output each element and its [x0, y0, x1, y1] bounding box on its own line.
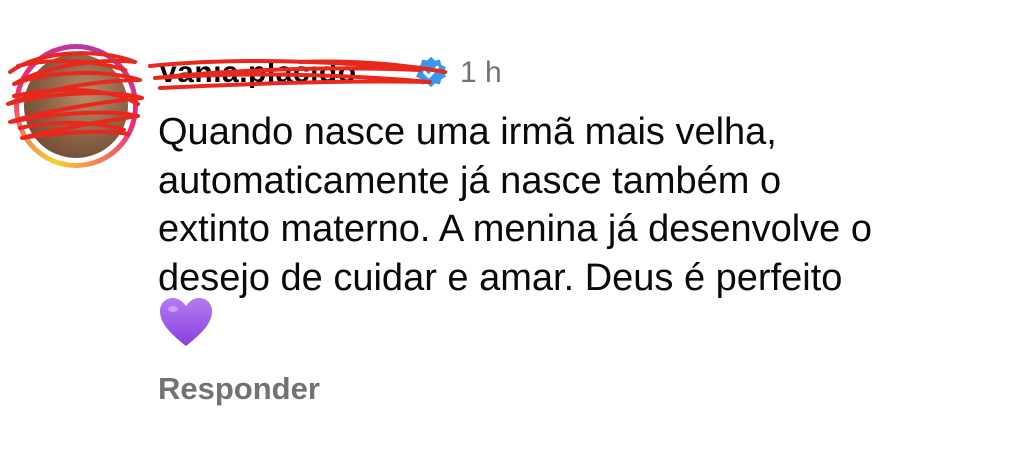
- comment-timestamp: 1 h: [460, 56, 502, 89]
- purple-heart-icon: [160, 298, 212, 346]
- comment-text: Quando nasce uma irmã mais velha, automa…: [158, 108, 1008, 302]
- comment-text-line: desejo de cuidar e amar. Deus é perfeito: [158, 256, 843, 299]
- comment-text-line: automaticamente já nasce também o: [158, 159, 782, 202]
- username[interactable]: vania.placido: [160, 56, 357, 90]
- reply-button[interactable]: Responder: [158, 371, 320, 407]
- verified-badge-icon: [416, 56, 446, 88]
- avatar-photo: [24, 54, 128, 158]
- comment-text-line: Quando nasce uma irmã mais velha,: [158, 111, 777, 153]
- comment-text-line: extinto materno. A menina já desenvolve …: [158, 208, 873, 250]
- avatar[interactable]: [14, 44, 138, 168]
- comment: vania.placido 1 h Quando nasce uma irmã …: [0, 0, 1018, 466]
